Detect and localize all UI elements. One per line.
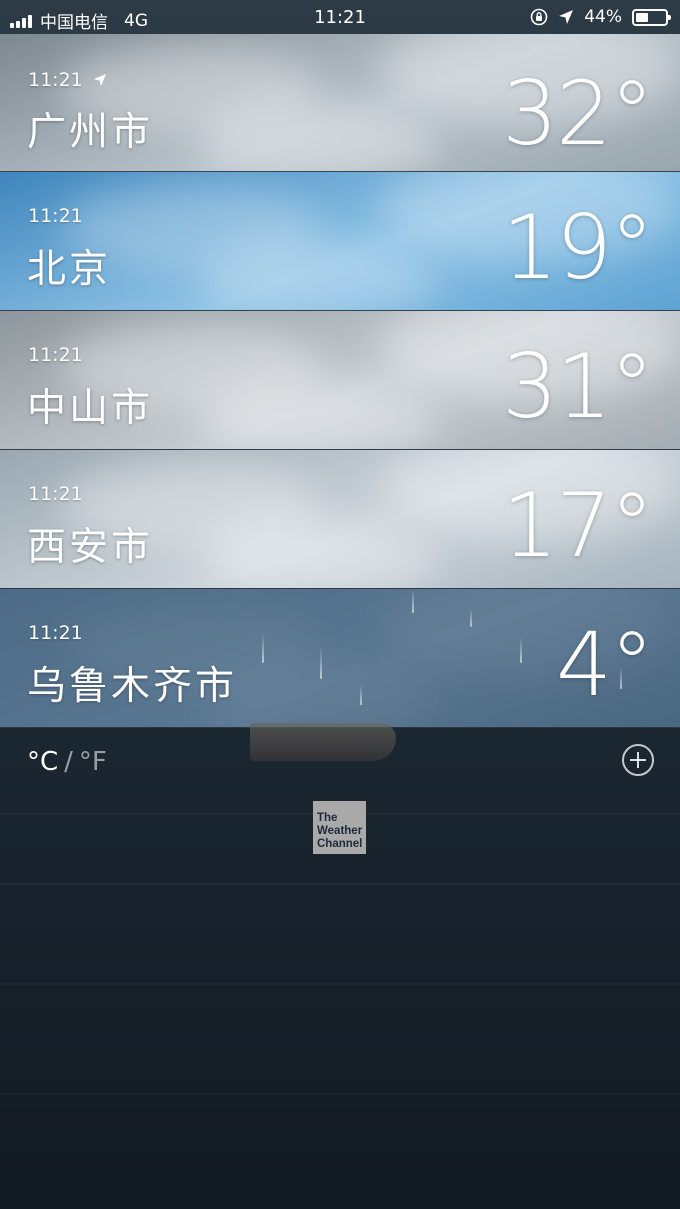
- city-temperature: 31°: [502, 335, 654, 438]
- city-time: 11:21: [28, 69, 107, 91]
- weather-channel-logo[interactable]: The Weather Channel: [313, 801, 366, 854]
- city-time-label: 11:21: [28, 622, 83, 644]
- city-temperature: 17°: [502, 474, 654, 577]
- celsius-option[interactable]: °C: [27, 747, 58, 777]
- unit-separator: /: [64, 747, 73, 777]
- city-row[interactable]: 11:21 西安市 17°: [0, 450, 680, 589]
- city-name: 西安市: [27, 525, 154, 570]
- add-city-button[interactable]: [622, 744, 654, 776]
- location-arrow-icon: [93, 73, 106, 87]
- city-time: 11:21: [28, 622, 83, 644]
- city-name: 北京: [27, 247, 112, 292]
- city-time-label: 11:21: [28, 483, 83, 505]
- city-row[interactable]: 11:21 北京 19°: [0, 172, 680, 311]
- city-time: 11:21: [28, 344, 83, 366]
- city-temperature: 32°: [502, 62, 654, 165]
- city-temperature: 19°: [502, 196, 654, 299]
- battery-icon: [632, 8, 671, 26]
- city-time-label: 11:21: [28, 69, 83, 91]
- city-time-label: 11:21: [28, 205, 83, 227]
- city-row[interactable]: 11:21 中山市 31°: [0, 311, 680, 450]
- footer: °C / °F The Weather Channel: [0, 723, 680, 1209]
- city-row[interactable]: 11:21 乌鲁木齐市 4°: [0, 589, 680, 728]
- background-boat: [250, 723, 396, 761]
- fahrenheit-option[interactable]: °F: [79, 747, 107, 777]
- unit-toggle[interactable]: °C / °F: [27, 747, 107, 777]
- city-time: 11:21: [28, 483, 83, 505]
- city-row[interactable]: 11:21 广州市 32°: [0, 34, 680, 172]
- status-bar: 中国电信 4G 11:21 44%: [0, 0, 680, 36]
- city-list: 11:21 广州市 32° 11:21 北京 19° 11:21 中山市 31° 11:21 西安市…: [0, 34, 680, 728]
- battery-percent: 44%: [584, 7, 622, 27]
- rotation-lock-icon: [530, 8, 548, 26]
- city-name: 乌鲁木齐市: [27, 664, 238, 709]
- city-time: 11:21: [28, 205, 83, 227]
- city-temperature: 4°: [556, 613, 654, 716]
- city-time-label: 11:21: [28, 344, 83, 366]
- city-name: 中山市: [27, 386, 154, 431]
- location-arrow-icon: [559, 10, 574, 24]
- city-name: 广州市: [27, 110, 154, 155]
